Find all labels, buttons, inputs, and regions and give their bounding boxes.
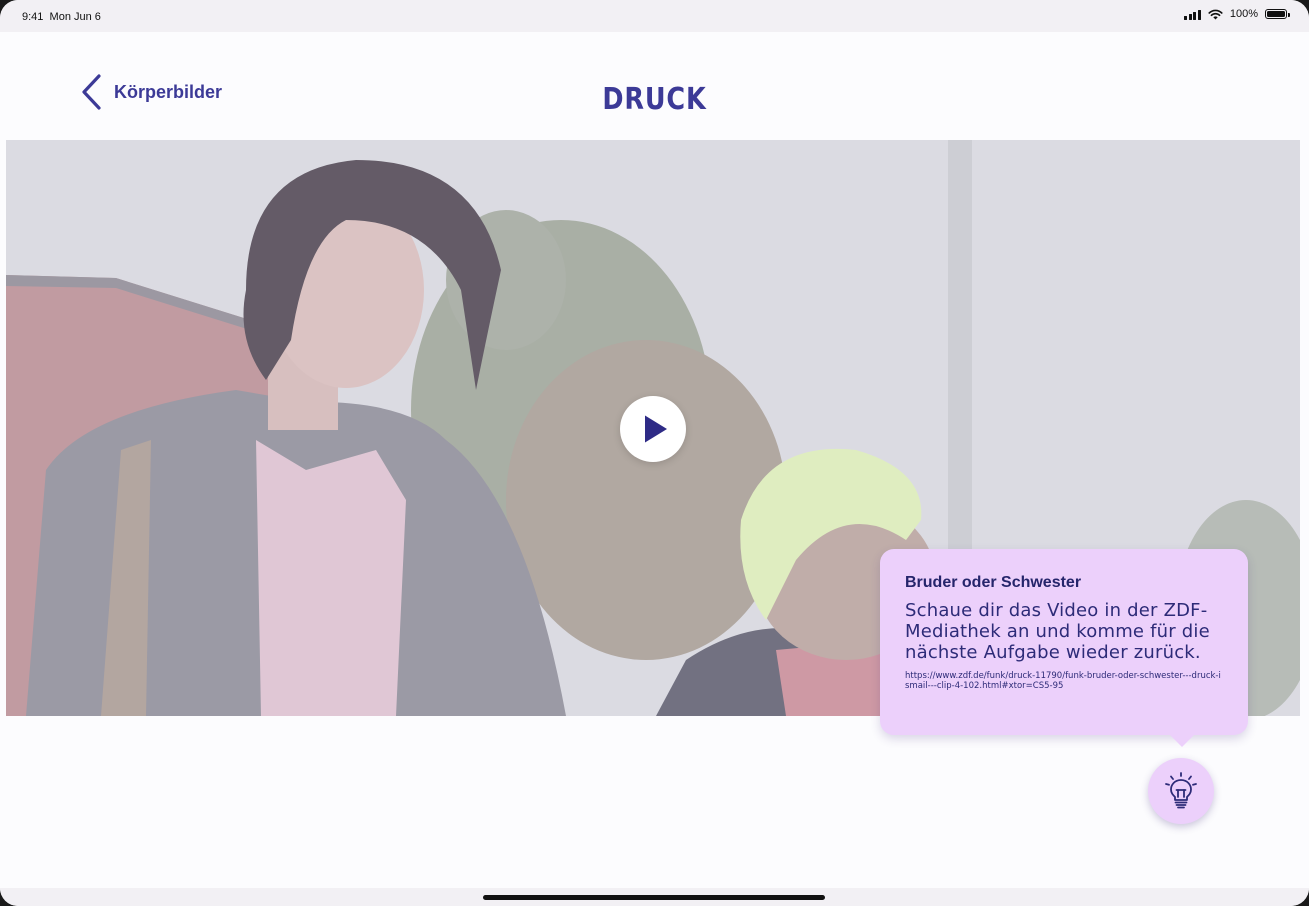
- app-screen: 9:41 Mon Jun 6 100% Körperbilder DRUCK B…: [0, 0, 1309, 906]
- status-indicators: 100%: [1184, 8, 1290, 20]
- play-icon: [644, 415, 667, 443]
- play-button[interactable]: [620, 396, 686, 462]
- hint-button[interactable]: [1148, 758, 1214, 824]
- tooltip-link[interactable]: https://www.zdf.de/funk/druck-11790/funk…: [905, 671, 1224, 691]
- hint-tooltip: Bruder oder Schwester Schaue dir das Vid…: [880, 549, 1248, 747]
- status-bar: 9:41 Mon Jun 6 100%: [0, 0, 1309, 32]
- tooltip-title: Bruder oder Schwester: [905, 574, 1082, 591]
- tooltip-body: Schaue dir das Video in der ZDF-Mediathe…: [905, 600, 1210, 663]
- cellular-signal-icon: [1184, 9, 1201, 20]
- page-title: DRUCK: [602, 82, 707, 117]
- status-time-value: 9:41: [22, 11, 44, 23]
- status-date: Mon Jun 6: [49, 11, 101, 23]
- navigation-bar: Körperbilder DRUCK: [0, 32, 1309, 140]
- wifi-icon: [1208, 9, 1223, 19]
- battery-percent: 100%: [1229, 8, 1258, 20]
- battery-icon: [1265, 9, 1290, 19]
- home-indicator[interactable]: [483, 895, 825, 900]
- status-time: 9:41 Mon Jun 6: [22, 11, 101, 23]
- lightbulb-icon: [1165, 772, 1197, 809]
